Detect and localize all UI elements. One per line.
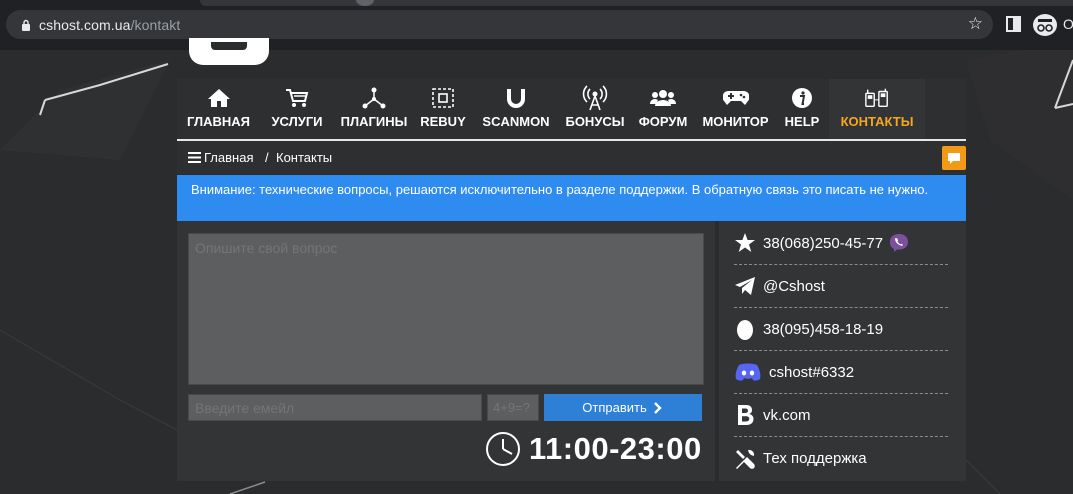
menu-icon[interactable] (188, 152, 201, 163)
nav-label: МОНИТОР (702, 114, 769, 129)
contact-phone[interactable]: 38(068)250-45-77 (734, 222, 948, 265)
nav-label: ФОРУМ (638, 114, 688, 129)
incognito-icon[interactable] (1033, 14, 1057, 36)
contact-text: @Cshost (763, 277, 825, 295)
url-text[interactable]: cshost.com.ua/kontakt (39, 17, 180, 33)
email-input[interactable] (188, 394, 482, 421)
tab-favicon (356, 0, 374, 6)
contact-telegram[interactable]: @Cshost (734, 265, 948, 308)
site-logo[interactable] (189, 38, 269, 65)
profile-label[interactable]: O (1063, 16, 1073, 32)
nav-item-monitor[interactable]: МОНИТОР (696, 79, 775, 139)
captcha-input[interactable] (487, 394, 539, 421)
notice-banner: Внимание: технические вопросы, решаются … (177, 175, 966, 221)
rebuy-icon (430, 86, 456, 110)
nav-label: SCANMON (482, 114, 550, 129)
gamepad-icon (722, 86, 749, 110)
breadcrumb-current: Контакты (276, 150, 333, 165)
discord-icon (734, 361, 762, 383)
browser-tab-strip (200, 0, 1073, 6)
contact-icq[interactable]: 38(095)458-18-19 (734, 308, 948, 351)
nav-label: ГЛАВНАЯ (186, 114, 251, 129)
nav-label: HELP (784, 114, 820, 129)
nav-item-home[interactable]: ГЛАВНАЯ (177, 79, 260, 139)
icq-egg-icon (734, 318, 756, 340)
vk-icon (734, 404, 756, 426)
url-domain: cshost.com.ua (39, 17, 131, 33)
nav-item-bonuses[interactable]: БОНУСЫ (560, 79, 630, 139)
breadcrumb-separator: / (265, 150, 269, 165)
magnet-icon (503, 86, 529, 110)
nav-item-rebuy[interactable]: REBUY (414, 79, 472, 139)
feedback-form: Отправить 11:00-23:00 (177, 221, 715, 481)
nav-item-contacts[interactable]: КОНТАКТЫ (829, 79, 925, 139)
hours-text: 11:00-23:00 (529, 431, 702, 466)
url-path: /kontakt (130, 17, 181, 33)
nav-item-scanmon[interactable]: SCANMON (472, 79, 560, 139)
send-label: Отправить (582, 400, 647, 415)
address-bar[interactable]: cshost.com.ua/kontakt ☆ (6, 10, 993, 39)
telegram-icon (734, 275, 756, 297)
send-button[interactable]: Отправить (544, 394, 702, 421)
network-icon (361, 86, 387, 110)
nav-item-services[interactable]: УСЛУГИ (260, 79, 334, 139)
contact-text: cshost#6332 (769, 363, 855, 381)
working-hours: 11:00-23:00 (485, 427, 702, 471)
contact-support[interactable]: Тех поддержка (734, 437, 948, 480)
contact-text: vk.com (763, 406, 811, 424)
contact-text: 38(068)250-45-77 (763, 234, 884, 252)
nav-label: БОНУСЫ (565, 114, 625, 129)
question-textarea[interactable] (188, 233, 704, 385)
clock-icon (486, 432, 520, 466)
lock-icon[interactable] (21, 19, 31, 31)
chevron-right-icon (653, 401, 662, 414)
nav-label: ПЛАГИНЫ (340, 114, 408, 129)
nav-label: КОНТАКТЫ (840, 114, 914, 129)
bookmark-star-icon[interactable]: ☆ (968, 14, 983, 34)
contact-discord[interactable]: cshost#6332 (734, 351, 948, 394)
chat-button[interactable] (942, 146, 966, 170)
home-icon (206, 86, 232, 110)
main-nav: ГЛАВНАЯ УСЛУГИ ПЛАГИНЫ REBUY SCANMON БОН… (177, 79, 966, 139)
contact-vk[interactable]: vk.com (734, 394, 948, 437)
phones-icon (864, 86, 890, 110)
viber-icon[interactable] (889, 233, 909, 253)
users-icon (650, 86, 676, 110)
cart-icon (284, 86, 310, 110)
breadcrumb: Главная / Контакты (177, 141, 966, 174)
side-panel-icon[interactable] (1006, 16, 1021, 32)
antenna-icon (582, 85, 608, 111)
nav-label: УСЛУГИ (271, 114, 323, 129)
nav-label: REBUY (420, 114, 466, 129)
contact-text: Тех поддержка (763, 450, 867, 467)
nav-item-forum[interactable]: ФОРУМ (630, 79, 696, 139)
nav-item-plugins[interactable]: ПЛАГИНЫ (334, 79, 414, 139)
browser-toolbar: cshost.com.ua/kontakt ☆ O (0, 0, 1073, 50)
breadcrumb-home-link[interactable]: Главная (204, 150, 253, 165)
star-icon (734, 232, 756, 254)
tools-icon (734, 448, 756, 470)
nav-item-help[interactable]: HELP (775, 79, 829, 139)
chat-icon (948, 153, 960, 164)
info-icon (789, 86, 815, 110)
contacts-panel: 38(068)250-45-77 @Cshost 38(095)458-18-1… (719, 221, 966, 481)
notice-text: Внимание: технические вопросы, решаются … (191, 182, 929, 197)
contact-text: 38(095)458-18-19 (763, 320, 884, 338)
